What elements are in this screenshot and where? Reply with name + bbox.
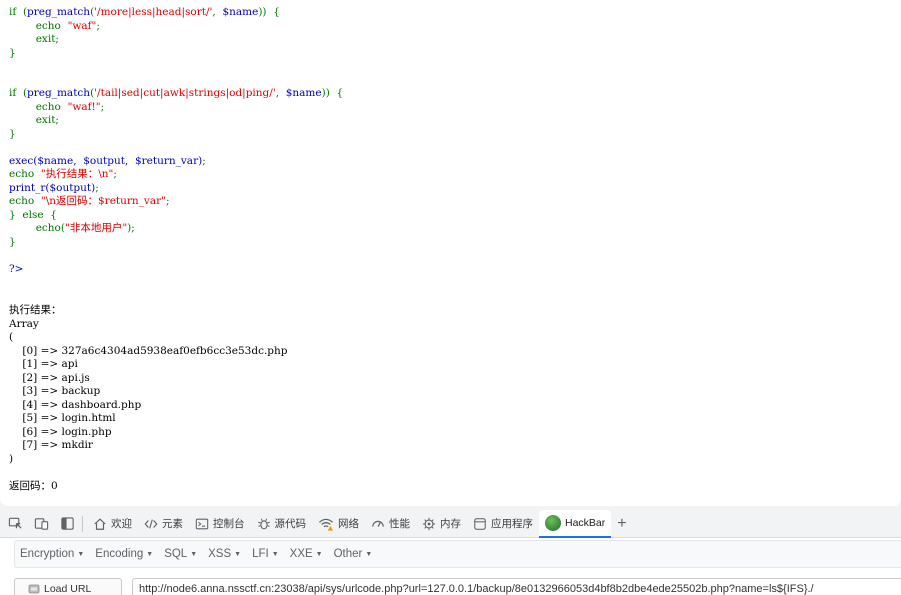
tab-label: 性能 bbox=[389, 518, 410, 530]
tab-label: 元素 bbox=[162, 518, 183, 530]
menu-label: Other bbox=[333, 548, 363, 560]
gauge-icon bbox=[372, 520, 384, 527]
bug-icon bbox=[257, 518, 270, 529]
app-window-icon bbox=[474, 517, 486, 530]
menu-xss[interactable]: XSS ▼ bbox=[203, 540, 247, 568]
caret-down-icon: ▼ bbox=[234, 550, 242, 558]
code-line: } else { bbox=[9, 208, 57, 221]
caret-down-icon: ▼ bbox=[271, 550, 279, 558]
hackbar-logo-icon bbox=[545, 514, 561, 531]
menu-sql[interactable]: SQL ▼ bbox=[159, 540, 203, 568]
code-line: echo "执行结果：\n"; bbox=[9, 168, 117, 180]
code-line: exec($name, $output, $return_var); bbox=[9, 154, 206, 167]
load-url-label: Load URL bbox=[44, 583, 92, 595]
code-line: ?> bbox=[9, 262, 24, 275]
hackbar-menu: Encryption ▼ Encoding ▼ SQL ▼ XSS ▼ LFI ▼ XXE… bbox=[14, 540, 901, 568]
output-return-code: 返回码：0 bbox=[9, 479, 58, 492]
caret-down-icon: ▼ bbox=[146, 550, 154, 558]
load-url-icon bbox=[28, 584, 40, 594]
menu-lfi[interactable]: LFI ▼ bbox=[247, 540, 285, 568]
tab-memory[interactable]: 内存 bbox=[416, 510, 467, 538]
devtools-tab-strip: 欢迎 元素 控制台 源代码 网络 性能 内存 应用程序 HackBar + bbox=[0, 509, 901, 538]
php-source-code: if (preg_match('/more|less|head|sort/', … bbox=[9, 6, 343, 276]
menu-encryption[interactable]: Encryption ▼ bbox=[15, 540, 90, 568]
menu-label: Encryption bbox=[20, 548, 75, 560]
tab-label: HackBar bbox=[565, 516, 606, 529]
tab-performance[interactable]: 性能 bbox=[365, 510, 416, 538]
menu-other[interactable]: Other ▼ bbox=[329, 540, 379, 568]
tab-label: 控制台 bbox=[213, 518, 245, 530]
code-line: echo "\n返回码：$return_var"; bbox=[9, 195, 170, 207]
code-line: echo "waf"; bbox=[35, 19, 100, 32]
home-icon bbox=[94, 517, 106, 530]
output-entry: [2] => api.js bbox=[22, 371, 90, 384]
hackbar-panel: Encryption ▼ Encoding ▼ SQL ▼ XSS ▼ LFI ▼ XXE… bbox=[0, 538, 901, 595]
load-url-button[interactable]: Load URL bbox=[14, 578, 122, 595]
page-content: if (preg_match('/more|less|head|sort/', … bbox=[0, 0, 901, 506]
toolbar-divider bbox=[82, 515, 83, 532]
tab-network[interactable]: 网络 bbox=[312, 510, 365, 538]
tab-label: 应用程序 bbox=[491, 518, 533, 530]
code-line: echo("非本地用户"); bbox=[35, 222, 135, 234]
output-close-paren: ) bbox=[9, 452, 14, 465]
code-line: if (preg_match('/more|less|head|sort/', … bbox=[9, 6, 280, 18]
output-entry: [7] => mkdir bbox=[22, 439, 93, 451]
caret-down-icon: ▼ bbox=[77, 550, 85, 558]
tab-label: 网络 bbox=[338, 518, 359, 530]
code-line: exit; bbox=[35, 114, 59, 126]
output-entry: [1] => api bbox=[22, 358, 78, 370]
output-entry: [0] => 327a6c4304ad5938eaf0efb6cc3e53dc.… bbox=[22, 344, 288, 357]
menu-label: Encoding bbox=[95, 548, 144, 560]
dock-side-icon[interactable] bbox=[56, 513, 78, 535]
output-heading: 执行结果： bbox=[9, 304, 62, 316]
code-line: echo "waf!"; bbox=[35, 100, 105, 113]
inspect-element-icon[interactable] bbox=[4, 513, 26, 535]
output-array-label: Array bbox=[9, 317, 39, 330]
menu-label: XSS bbox=[208, 548, 232, 560]
tab-label: 欢迎 bbox=[111, 518, 132, 530]
add-tab-button[interactable]: + bbox=[611, 510, 632, 538]
tab-label: 内存 bbox=[440, 518, 461, 530]
tab-application[interactable]: 应用程序 bbox=[467, 510, 539, 538]
code-line: } bbox=[9, 46, 16, 59]
code-line: } bbox=[9, 127, 16, 140]
output-open-paren: ( bbox=[9, 331, 14, 343]
code-line: } bbox=[9, 235, 16, 248]
url-input[interactable]: http://node6.anna.nssctf.cn:23038/api/sy… bbox=[132, 578, 901, 595]
output-entry: [3] => backup bbox=[22, 385, 101, 397]
code-line: print_r($output); bbox=[9, 181, 99, 194]
caret-down-icon: ▼ bbox=[365, 550, 373, 558]
device-emulation-icon[interactable] bbox=[30, 513, 52, 535]
menu-encoding[interactable]: Encoding ▼ bbox=[90, 540, 159, 568]
caret-down-icon: ▼ bbox=[315, 550, 323, 558]
tab-label: 源代码 bbox=[274, 518, 307, 530]
memory-chip-icon bbox=[422, 517, 436, 530]
code-brackets-icon bbox=[144, 518, 158, 529]
tab-console[interactable]: 控制台 bbox=[189, 510, 251, 538]
output-entry: [4] => dashboard.php bbox=[22, 398, 142, 411]
menu-label: SQL bbox=[164, 548, 188, 560]
code-line: if (preg_match('/tail|sed|cut|awk|string… bbox=[9, 87, 344, 99]
wifi-warning-icon bbox=[319, 518, 333, 531]
menu-label: XXE bbox=[289, 548, 313, 560]
console-icon bbox=[195, 518, 209, 529]
tab-welcome[interactable]: 欢迎 bbox=[87, 510, 138, 538]
menu-xxe[interactable]: XXE ▼ bbox=[285, 540, 329, 568]
caret-down-icon: ▼ bbox=[190, 550, 198, 558]
code-line: exit; bbox=[35, 33, 59, 45]
tab-elements[interactable]: 元素 bbox=[138, 510, 189, 538]
tab-sources[interactable]: 源代码 bbox=[251, 510, 313, 538]
tab-hackbar[interactable]: HackBar bbox=[539, 509, 612, 538]
output-entry: [6] => login.php bbox=[22, 425, 112, 438]
output-entry: [5] => login.html bbox=[22, 412, 116, 424]
menu-label: LFI bbox=[252, 548, 269, 560]
exec-output: 执行结果： Array ( [0] => 327a6c4304ad5938eaf… bbox=[9, 304, 288, 493]
